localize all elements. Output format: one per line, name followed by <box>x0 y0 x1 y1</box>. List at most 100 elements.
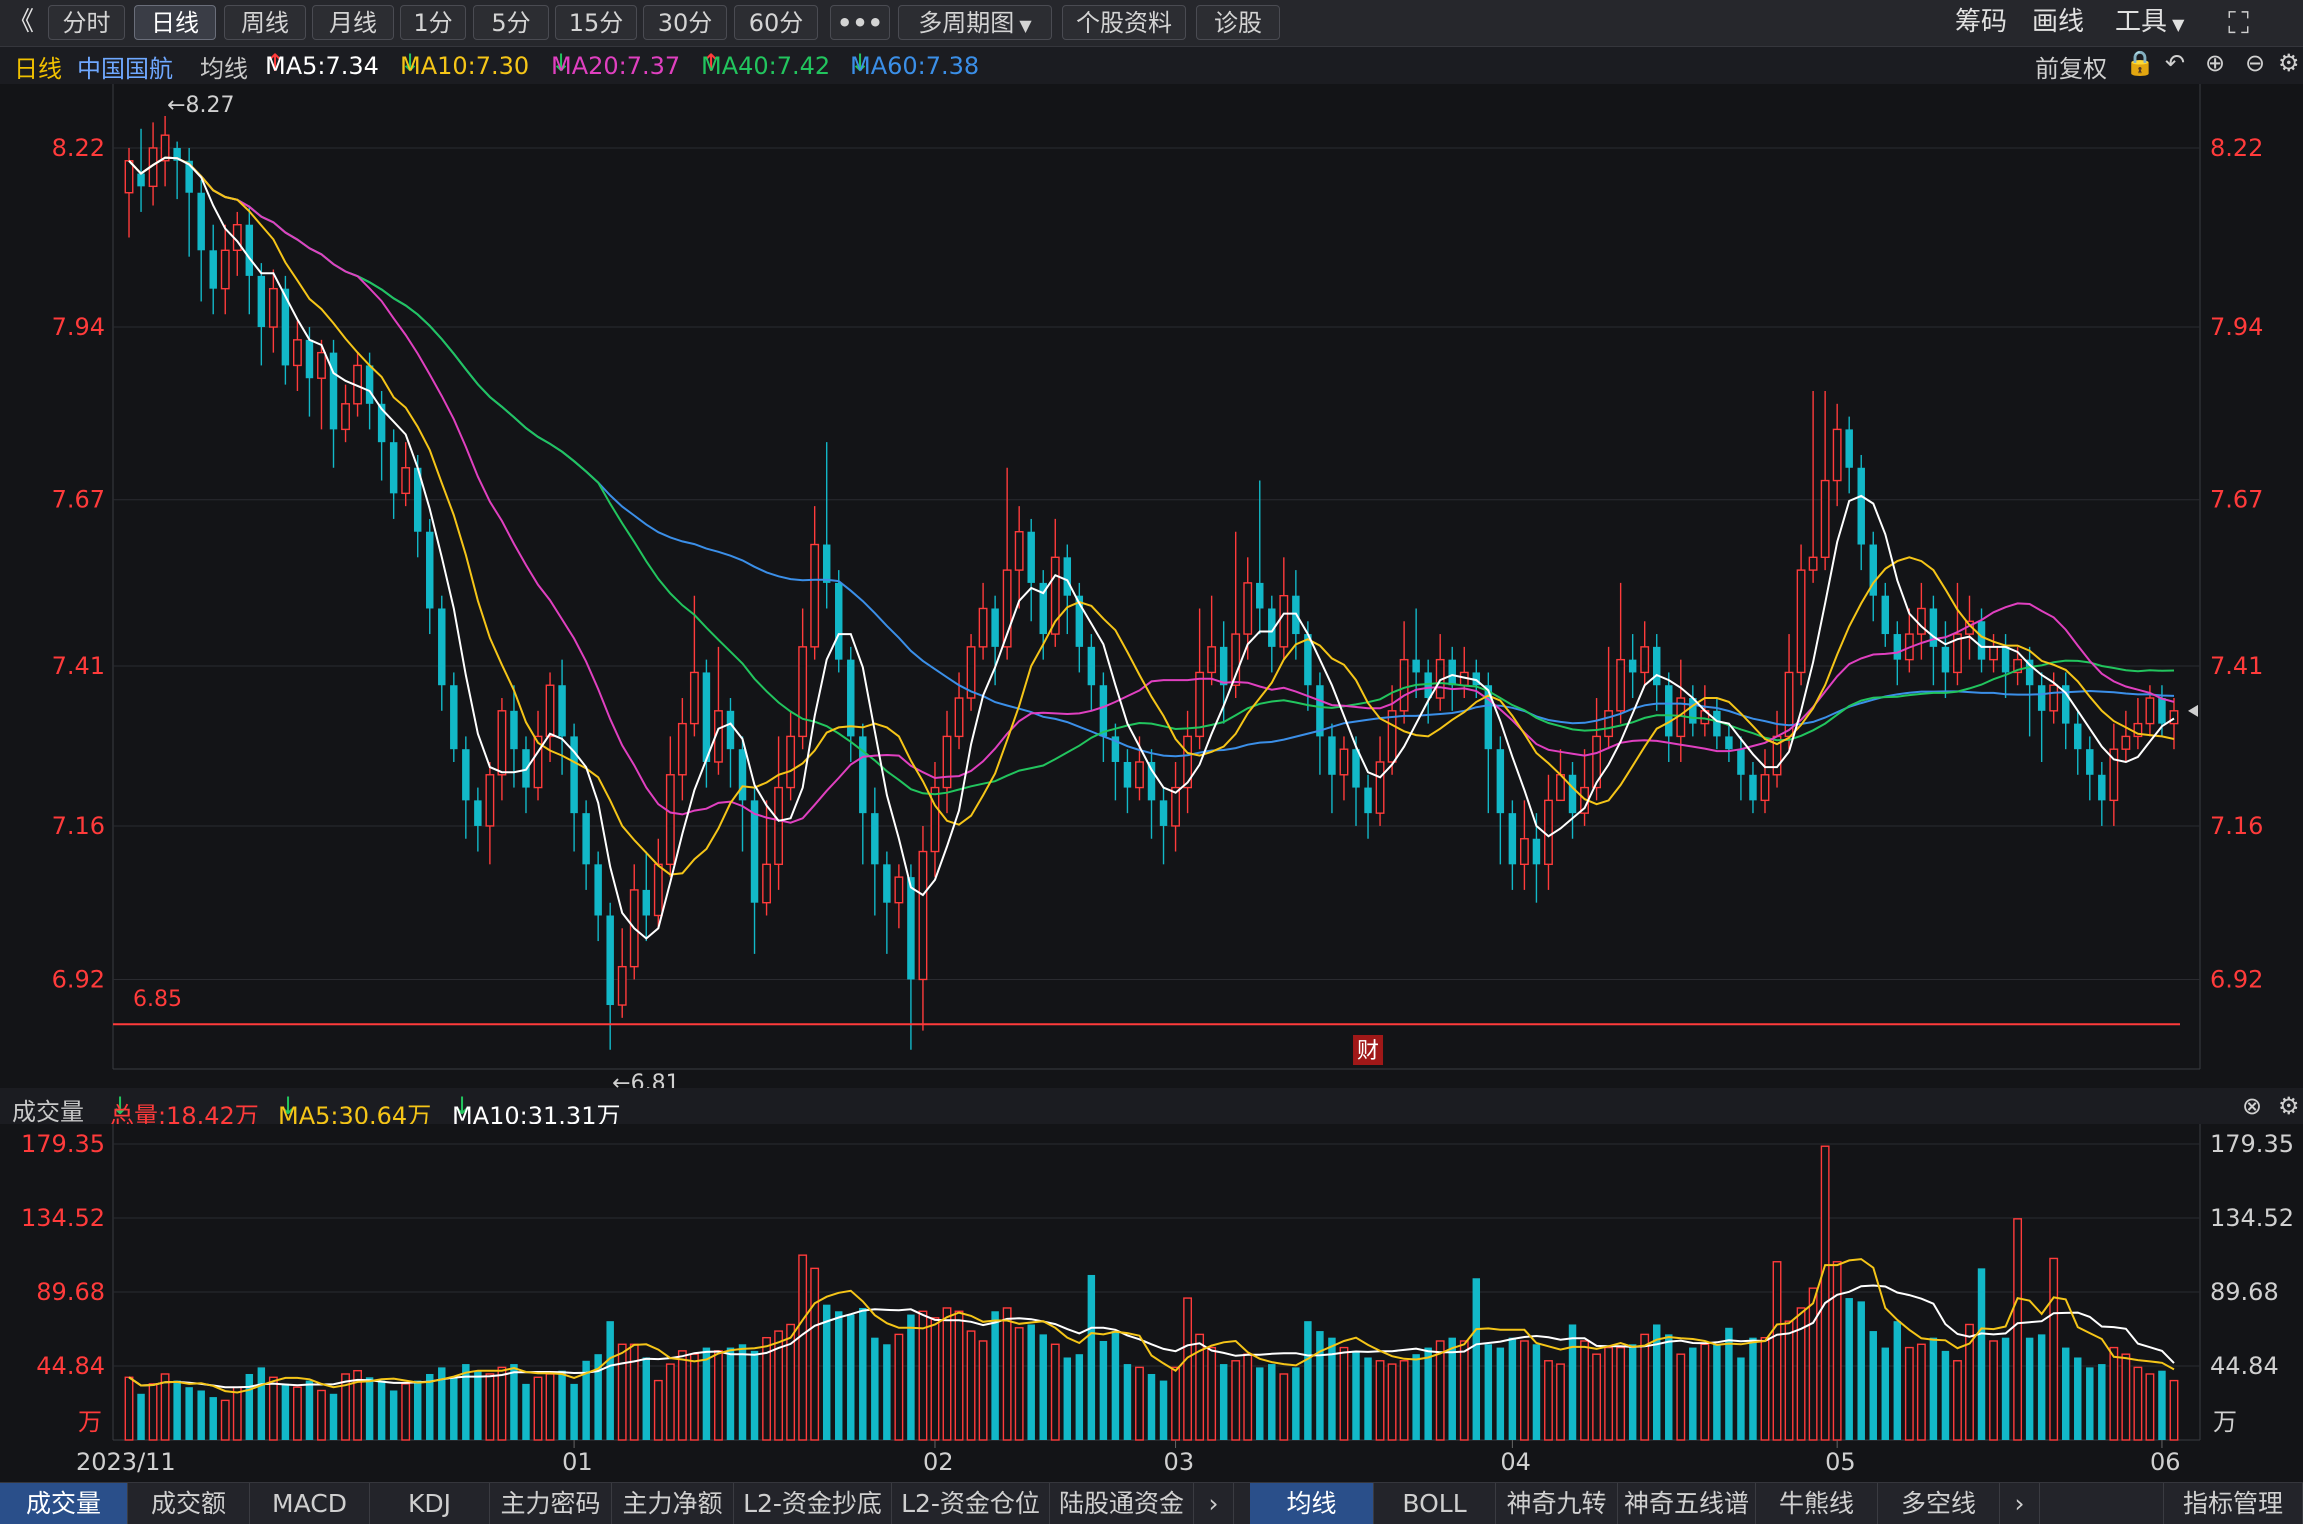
indicator-manage-button[interactable]: 指标管理 <box>2163 1483 2303 1524</box>
chevron-right-icon[interactable]: › <box>2000 1483 2040 1524</box>
tab-main-force-net[interactable]: 主力净额 <box>612 1483 734 1524</box>
volume-bar-down <box>1568 1324 1577 1440</box>
multi-period-dropdown[interactable]: 多周期图 ▼ <box>898 5 1052 40</box>
volume-bar-down <box>1147 1373 1156 1440</box>
tab-period-fenshi[interactable]: 分时 <box>48 5 125 40</box>
tab-bull-bear[interactable]: 牛熊线 <box>1756 1483 1878 1524</box>
tools-menu[interactable]: 工具 ▼ <box>2115 5 2184 40</box>
tab-boll[interactable]: BOLL <box>1374 1483 1496 1524</box>
chevron-right-icon[interactable]: › <box>1194 1483 1234 1524</box>
volume-bar-up <box>966 1330 976 1441</box>
tab-period-30min[interactable]: 30分 <box>643 5 727 40</box>
price-tick-left: 7.94 <box>52 313 105 341</box>
ma-legend: 日线 中国国航 均线 MA5:7.34 ↑ MA10:7.30 ↓ MA20:7.3… <box>0 46 2303 84</box>
tab-kdj[interactable]: KDJ <box>370 1483 490 1524</box>
candle-body-down <box>835 582 843 660</box>
back-button[interactable]: 《 <box>8 5 34 40</box>
tab-period-5min[interactable]: 5分 <box>473 5 549 40</box>
draw-line-button[interactable]: 画线 <box>2032 5 2084 40</box>
price-chart[interactable]: 8.22 7.94 7.67 7.41 7.16 6.92 8.22 7.94 7.67 7.4… <box>0 84 2303 1088</box>
more-periods-button[interactable]: ••• <box>830 5 890 40</box>
candle-body-down <box>197 192 205 251</box>
volume-bar-up <box>798 1254 808 1441</box>
candle-body-down <box>1364 787 1372 814</box>
candle-body-down <box>606 915 614 1006</box>
ma5-label: MA5:7.34 <box>265 52 379 80</box>
candle-body-down <box>822 544 831 583</box>
volume-bar-down <box>450 1377 458 1440</box>
volume-bar-up <box>1640 1333 1650 1441</box>
chips-button[interactable]: 筹码 <box>1955 5 2007 40</box>
candle-body-down <box>329 352 338 430</box>
tab-northbound[interactable]: 陆股通资金 <box>1050 1483 1194 1524</box>
tab-l2-position[interactable]: L2-资金仓位 <box>892 1483 1050 1524</box>
adjust-mode[interactable]: 前复权 <box>2035 49 2107 84</box>
candle-body-down <box>1424 672 1432 699</box>
volume-bar-up <box>1387 1363 1397 1441</box>
candle-body-down <box>642 889 651 916</box>
candle-body-down <box>510 710 518 750</box>
tab-turnover[interactable]: 成交额 <box>128 1483 250 1524</box>
tab-period-15min[interactable]: 15分 <box>555 5 637 40</box>
candle-body-down <box>1508 813 1517 865</box>
volume-bar-up <box>292 1386 302 1441</box>
volume-tick-right: 89.68 <box>2210 1278 2279 1306</box>
candle-body-up <box>1135 761 1144 789</box>
low-annotation: ←6.81 <box>612 1071 679 1088</box>
diagnose-button[interactable]: 诊股 <box>1196 5 1280 40</box>
chevron-down-icon: ▼ <box>1014 16 1032 35</box>
volume-bar-up <box>2013 1218 2023 1441</box>
volume-bar-up <box>1676 1353 1686 1441</box>
tab-period-daily[interactable]: 日线 <box>134 5 216 40</box>
settings-icon[interactable]: ⚙ <box>2278 49 2300 77</box>
caret-down-icon: ▼ <box>2167 15 2185 34</box>
tab-magic-nine[interactable]: 神奇九转 <box>1496 1483 1618 1524</box>
tab-macd[interactable]: MACD <box>250 1483 370 1524</box>
volume-unit-left: 万 <box>78 1408 102 1436</box>
tab-period-1min[interactable]: 1分 <box>400 5 466 40</box>
price-tick-right: 6.92 <box>2210 965 2263 993</box>
tab-main-force-code[interactable]: 主力密码 <box>490 1483 612 1524</box>
stock-info-button[interactable]: 个股资料 <box>1062 5 1186 40</box>
date-tick: 03 <box>1164 1448 1195 1476</box>
candle-body-up <box>786 735 796 789</box>
volume-bar-up <box>1014 1327 1024 1441</box>
volume-bar-down <box>305 1380 314 1440</box>
tab-period-monthly[interactable]: 月线 <box>312 5 394 40</box>
tab-long-short[interactable]: 多空线 <box>1878 1483 2000 1524</box>
candle-body-down <box>871 813 879 865</box>
candle-body-up <box>1339 748 1349 776</box>
volume-bar-down <box>413 1380 422 1440</box>
price-tick-right: 7.67 <box>2210 486 2263 514</box>
candle-body-down <box>2074 723 2082 750</box>
high-annotation: ←8.27 <box>167 93 234 118</box>
tab-period-weekly[interactable]: 周线 <box>224 5 306 40</box>
volume-bar-up <box>930 1317 940 1441</box>
volume-bar-down <box>1713 1344 1721 1440</box>
tab-ma[interactable]: 均线 <box>1250 1483 1374 1524</box>
tab-magic-five[interactable]: 神奇五线谱 <box>1618 1483 1756 1524</box>
fullscreen-icon[interactable]: ⛶ <box>2228 6 2249 41</box>
period-toolbar: 《 分时 日线 周线 月线 1分 5分 15分 30分 60分 ••• 多周期图… <box>0 0 2303 47</box>
settings-icon[interactable]: ⚙ <box>2278 1092 2300 1120</box>
candle-body-up <box>220 249 230 290</box>
close-icon[interactable]: ⊗ <box>2242 1092 2262 1120</box>
price-tick-left: 6.92 <box>52 965 105 993</box>
undo-icon[interactable]: ↶ <box>2165 49 2185 77</box>
tab-period-60min[interactable]: 60分 <box>734 5 818 40</box>
volume-bar-up <box>1916 1343 1926 1441</box>
volume-bar-down <box>1364 1357 1372 1440</box>
zoom-in-icon[interactable]: ⊕ <box>2205 49 2225 77</box>
ma-group-label[interactable]: 均线 <box>200 49 248 84</box>
candle-body-down <box>462 749 470 801</box>
ma10-label: MA10:7.30 <box>400 52 530 80</box>
tab-volume[interactable]: 成交量 <box>0 1483 128 1524</box>
lock-icon[interactable]: 🔒 <box>2125 49 2155 77</box>
stock-name[interactable]: 中国国航 <box>77 49 173 84</box>
volume-bar-up <box>629 1343 639 1441</box>
volume-bar-up <box>1171 1366 1180 1441</box>
volume-chart[interactable]: 179.35 179.35 134.52 134.52 89.68 89.68 44.84 4… <box>0 1124 2303 1482</box>
zoom-out-icon[interactable]: ⊖ <box>2245 49 2265 77</box>
volume-bar-down <box>185 1387 193 1440</box>
tab-l2-bottom[interactable]: L2-资金抄底 <box>734 1483 892 1524</box>
